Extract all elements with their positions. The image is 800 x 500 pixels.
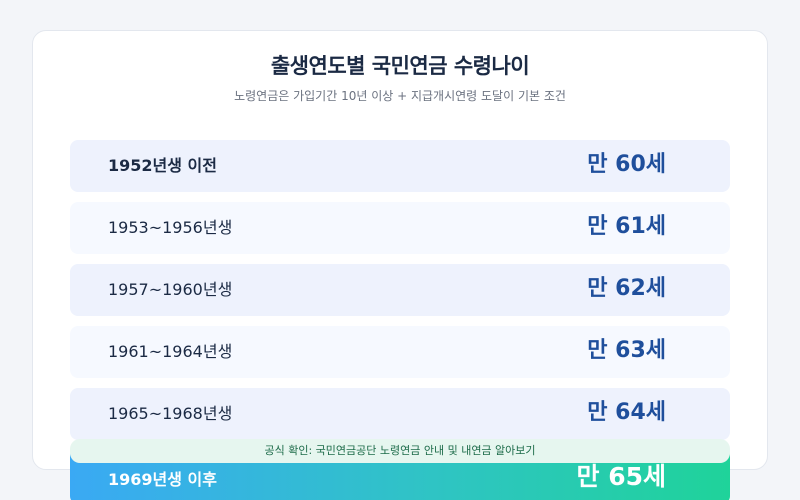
table-row: 1957~1960년생 만 62세 bbox=[70, 264, 730, 316]
pension-age-value: 만 64세 bbox=[587, 400, 666, 425]
birth-year-label: 1952년생 이전 bbox=[108, 156, 217, 175]
table-row: 1952년생 이전 만 60세 bbox=[70, 140, 730, 192]
table-row: 1965~1968년생 만 64세 bbox=[70, 388, 730, 440]
birth-year-label: 1965~1968년생 bbox=[108, 404, 233, 423]
pension-age-value: 만 62세 bbox=[587, 276, 666, 301]
page-title: 출생연도별 국민연금 수령나이 bbox=[270, 54, 530, 78]
table-row: 1961~1964년생 만 63세 bbox=[70, 326, 730, 378]
pension-age-value: 만 61세 bbox=[587, 214, 666, 239]
birth-year-label: 1957~1960년생 bbox=[108, 280, 233, 299]
pension-age-value: 만 60세 bbox=[587, 152, 666, 177]
birth-year-label: 1953~1956년생 bbox=[108, 218, 233, 237]
official-notice-link[interactable]: 공식 확인: 국민연금공단 노령연금 안내 및 내연금 알아보기 bbox=[70, 439, 730, 463]
page-subtitle: 노령연금은 가입기간 10년 이상 + 지급개시연령 도달이 기본 조건 bbox=[234, 89, 566, 103]
birth-year-label: 1961~1964년생 bbox=[108, 342, 233, 361]
table-row: 1953~1956년생 만 61세 bbox=[70, 202, 730, 254]
pension-age-value: 만 63세 bbox=[587, 338, 666, 363]
